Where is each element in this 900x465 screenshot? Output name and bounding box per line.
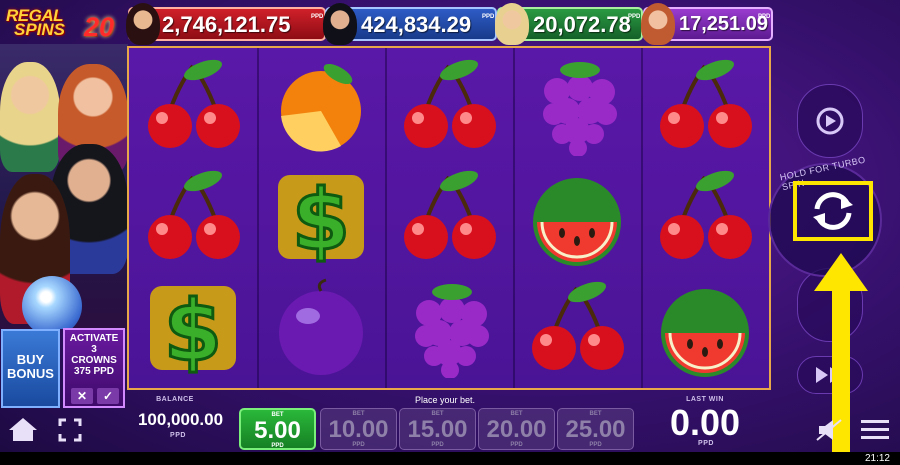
balance-label: BALANCE [156,396,194,403]
logo-number: 20 [84,12,115,42]
fullscreen-icon[interactable] [58,418,82,442]
system-status-bar: 21:12 [0,452,900,465]
status-clock: 21:12 [864,453,890,464]
cherry-icon [138,167,248,267]
dollar-icon: $ [138,278,248,382]
grapes-icon [522,56,632,157]
bet-currency: PPD [589,442,602,448]
jackpot-3-value: 20,072.78 [533,12,631,37]
buy-bonus-line2: BONUS [7,366,54,381]
activate-title: ACTIVATE [69,333,119,344]
bet-currency: PPD [352,442,365,448]
grapes-icon [394,278,504,379]
cherry-icon [394,167,504,267]
queen-portrait-icon [641,3,675,45]
plum-icon [266,278,376,378]
bet-value: 15.00 [407,416,468,443]
cherry-icon [522,278,632,378]
cherry-icon [394,56,504,156]
bet-option-4[interactable]: BET 20.00 PPD [478,408,555,450]
orange-icon [266,56,376,156]
bet-option-3[interactable]: BET 15.00 PPD [399,408,476,450]
svg-text:$: $ [164,282,222,378]
status-message: Place your bet. [414,395,476,405]
cherry-icon [138,56,248,156]
last-win-value: 0.00 [669,402,741,443]
balance-value: 100,000.00 [137,410,224,429]
jackpot-4: 17,251.09 PPD [641,3,773,45]
bet-currency: PPD [510,442,523,448]
activate-crowns: CROWNS [71,355,117,366]
queen-portrait-icon [126,3,160,45]
cherry-icon [650,167,760,267]
spin-highlight-box [793,181,873,241]
jackpot-1: 2,746,121.75 PPD [126,3,326,45]
autoplay-icon [816,107,844,135]
game-logo: REGAL SPINS 20 [0,0,128,42]
queen-portrait-icon [323,3,357,45]
bet-value: 10.00 [328,416,389,443]
bet-currency: PPD [271,443,284,449]
jackpot-2: 424,834.29 PPD [323,3,497,45]
queens-artwork [0,44,128,329]
bet-value: 25.00 [565,416,626,443]
activate-price: 375 PPD [73,366,115,377]
last-win-currency: PPD [698,440,714,447]
jackpot-1-value: 2,746,121.75 [162,12,291,37]
jackpot-2-currency: PPD [482,14,495,20]
bet-option-1[interactable]: BET 5.00 PPD [239,408,316,450]
svg-text:$: $ [292,171,350,267]
autoplay-button-bg[interactable] [797,84,863,158]
bet-option-5[interactable]: BET 25.00 PPD [557,408,634,450]
jackpot-2-value: 424,834.29 [361,12,472,37]
jackpot-1-currency: PPD [311,14,324,20]
watermelon-icon [650,278,760,378]
jackpot-4-currency: PPD [758,14,771,20]
sound-mute-icon[interactable] [815,418,845,442]
bet-option-2[interactable]: BET 10.00 PPD [320,408,397,450]
jackpot-3: 20,072.78 PPD [495,3,643,45]
activate-count: 3 [91,344,97,355]
buy-bonus-line1: BUY [16,352,45,367]
home-icon[interactable] [8,416,38,442]
reels-grid: $ $ [127,46,771,390]
spin-icon[interactable] [797,185,869,237]
menu-icon[interactable] [861,418,889,442]
jackpot-4-value: 17,251.09 [679,13,768,35]
queen-portrait-icon [495,3,529,45]
bet-currency: PPD [431,442,444,448]
bet-value: 20.00 [486,416,547,443]
jackpot-3-currency: PPD [628,14,641,20]
bet-value: 5.00 [254,417,301,444]
dollar-icon: $ [266,167,376,271]
cherry-icon [650,56,760,156]
watermelon-icon [522,167,632,267]
logo-line2: SPINS [14,20,66,39]
balance-currency: PPD [170,432,186,439]
